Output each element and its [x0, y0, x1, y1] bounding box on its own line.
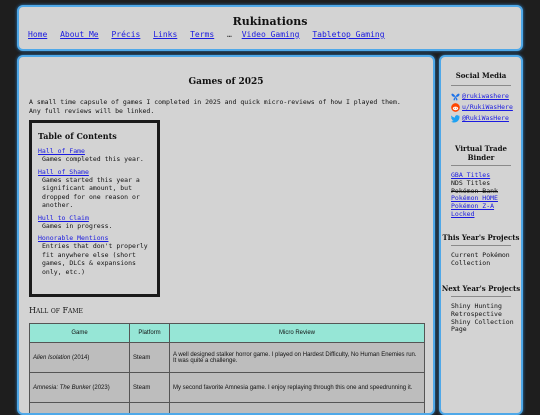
next-year-projects-list: Shiny Hunting Retrospective Shiny Collec… — [451, 303, 515, 334]
game-year: (2014) — [72, 355, 89, 361]
divider — [451, 296, 511, 297]
social-item: @rukiwashere — [451, 91, 513, 102]
trade-binder-heading: Virtual Trade Binder — [441, 144, 521, 162]
toc-description: Games completed this year. — [42, 155, 151, 164]
this-year-projects-list: Current Pokémon Collection — [451, 252, 515, 268]
divider — [451, 85, 511, 86]
platform-cell — [130, 403, 170, 415]
toc-description: Games started this year a significant am… — [42, 176, 151, 210]
platform-cell: Steam — [130, 343, 170, 373]
twitter-link[interactable]: @RukiWasHere — [462, 115, 509, 123]
nav-precis[interactable]: Précis — [111, 30, 140, 39]
divider — [451, 165, 511, 166]
nav-video-gaming[interactable]: Video Gaming — [242, 30, 300, 39]
nav-terms[interactable]: Terms — [190, 30, 214, 39]
social-item: @RukiWasHere — [451, 113, 513, 124]
toc-entry: Honorable Mentions Entries that don't pr… — [38, 234, 151, 276]
this-year-projects-heading: This Year's Projects — [441, 233, 521, 242]
bluesky-link[interactable]: @rukiwashere — [462, 93, 509, 101]
table-row: Amnesia: The Bunker (2023) Steam My seco… — [30, 373, 425, 403]
review-cell: My second favorite Amnesia game. I enjoy… — [170, 373, 425, 403]
reddit-icon — [451, 103, 460, 112]
review-cell: A well designed stalker horror game. I p… — [170, 343, 425, 373]
nav-separator: … — [227, 30, 232, 39]
nav-home[interactable]: Home — [28, 30, 47, 39]
toc-entry: Hall of Shame Games started this year a … — [38, 168, 151, 210]
trade-binder-list: GBA Titles NDS Titles Pokémon Bank Pokém… — [451, 172, 498, 219]
project-item: Current Pokémon Collection — [451, 251, 510, 267]
next-year-projects-heading: Next Year's Projects — [441, 284, 521, 293]
main-content-panel: Games of 2025 A small time capsule of ga… — [17, 55, 435, 415]
toc-title: Table of Contents — [38, 131, 151, 141]
toc-entry: Hall of Fame Games completed this year. — [38, 147, 151, 164]
table-row: Alien Isolation (2014) Steam A well desi… — [30, 343, 425, 373]
project-item: Shiny Hunting Retrospective Shiny Collec… — [451, 302, 514, 333]
toc-description: Games in progress. — [42, 222, 151, 231]
game-title: Alien Isolation — [33, 355, 70, 361]
toc-description: Entries that don't properly fit anywhere… — [42, 242, 151, 276]
social-list: @rukiwashere u/RukiWasHere @RukiWasHere — [451, 91, 513, 124]
header-panel: Rukinations Home About Me Précis Links T… — [17, 5, 523, 51]
column-header-platform: Platform — [130, 324, 170, 343]
game-cell: Amnesia: The Bunker (2023) — [30, 373, 130, 403]
table-row — [30, 403, 425, 415]
column-header-micro-review: Micro Review — [170, 324, 425, 343]
reddit-link[interactable]: u/RukiWasHere — [462, 104, 513, 112]
site-title: Rukinations — [19, 15, 521, 28]
nav-tabletop-gaming[interactable]: Tabletop Gaming — [312, 30, 384, 39]
game-cell — [30, 403, 130, 415]
toc-entry: Hull to Claim Games in progress. — [38, 214, 151, 231]
main-nav: Home About Me Précis Links Terms … Video… — [28, 30, 393, 39]
toc-link-hull-to-claim[interactable]: Hull to Claim — [38, 214, 151, 222]
games-table: Game Platform Micro Review Alien Isolati… — [29, 323, 425, 415]
binder-locked[interactable]: Locked — [451, 211, 498, 219]
platform-cell: Steam — [130, 373, 170, 403]
nav-about-me[interactable]: About Me — [60, 30, 99, 39]
review-cell — [170, 403, 425, 415]
toc-link-hall-of-fame[interactable]: Hall of Fame — [38, 147, 151, 155]
twitter-bird-icon — [451, 115, 460, 123]
game-title: Amnesia: The Bunker — [33, 385, 91, 391]
game-cell: Alien Isolation (2014) — [30, 343, 130, 373]
social-media-heading: Social Media — [441, 71, 521, 80]
game-year: (2023) — [92, 385, 109, 391]
hall-of-fame-heading: Hall of Fame — [29, 306, 83, 315]
butterfly-icon — [451, 93, 460, 101]
sidebar-panel: Social Media @rukiwashere u/RukiWasHere … — [439, 55, 523, 415]
toc-link-hall-of-shame[interactable]: Hall of Shame — [38, 168, 151, 176]
toc-link-honorable-mentions[interactable]: Honorable Mentions — [38, 234, 151, 242]
divider — [451, 245, 511, 246]
page-title: Games of 2025 — [19, 77, 433, 87]
column-header-game: Game — [30, 324, 130, 343]
social-item: u/RukiWasHere — [451, 102, 513, 113]
table-header-row: Game Platform Micro Review — [30, 324, 425, 343]
table-of-contents: Table of Contents Hall of Fame Games com… — [29, 120, 160, 297]
nav-links[interactable]: Links — [153, 30, 177, 39]
intro-text: A small time capsule of games I complete… — [29, 98, 414, 116]
